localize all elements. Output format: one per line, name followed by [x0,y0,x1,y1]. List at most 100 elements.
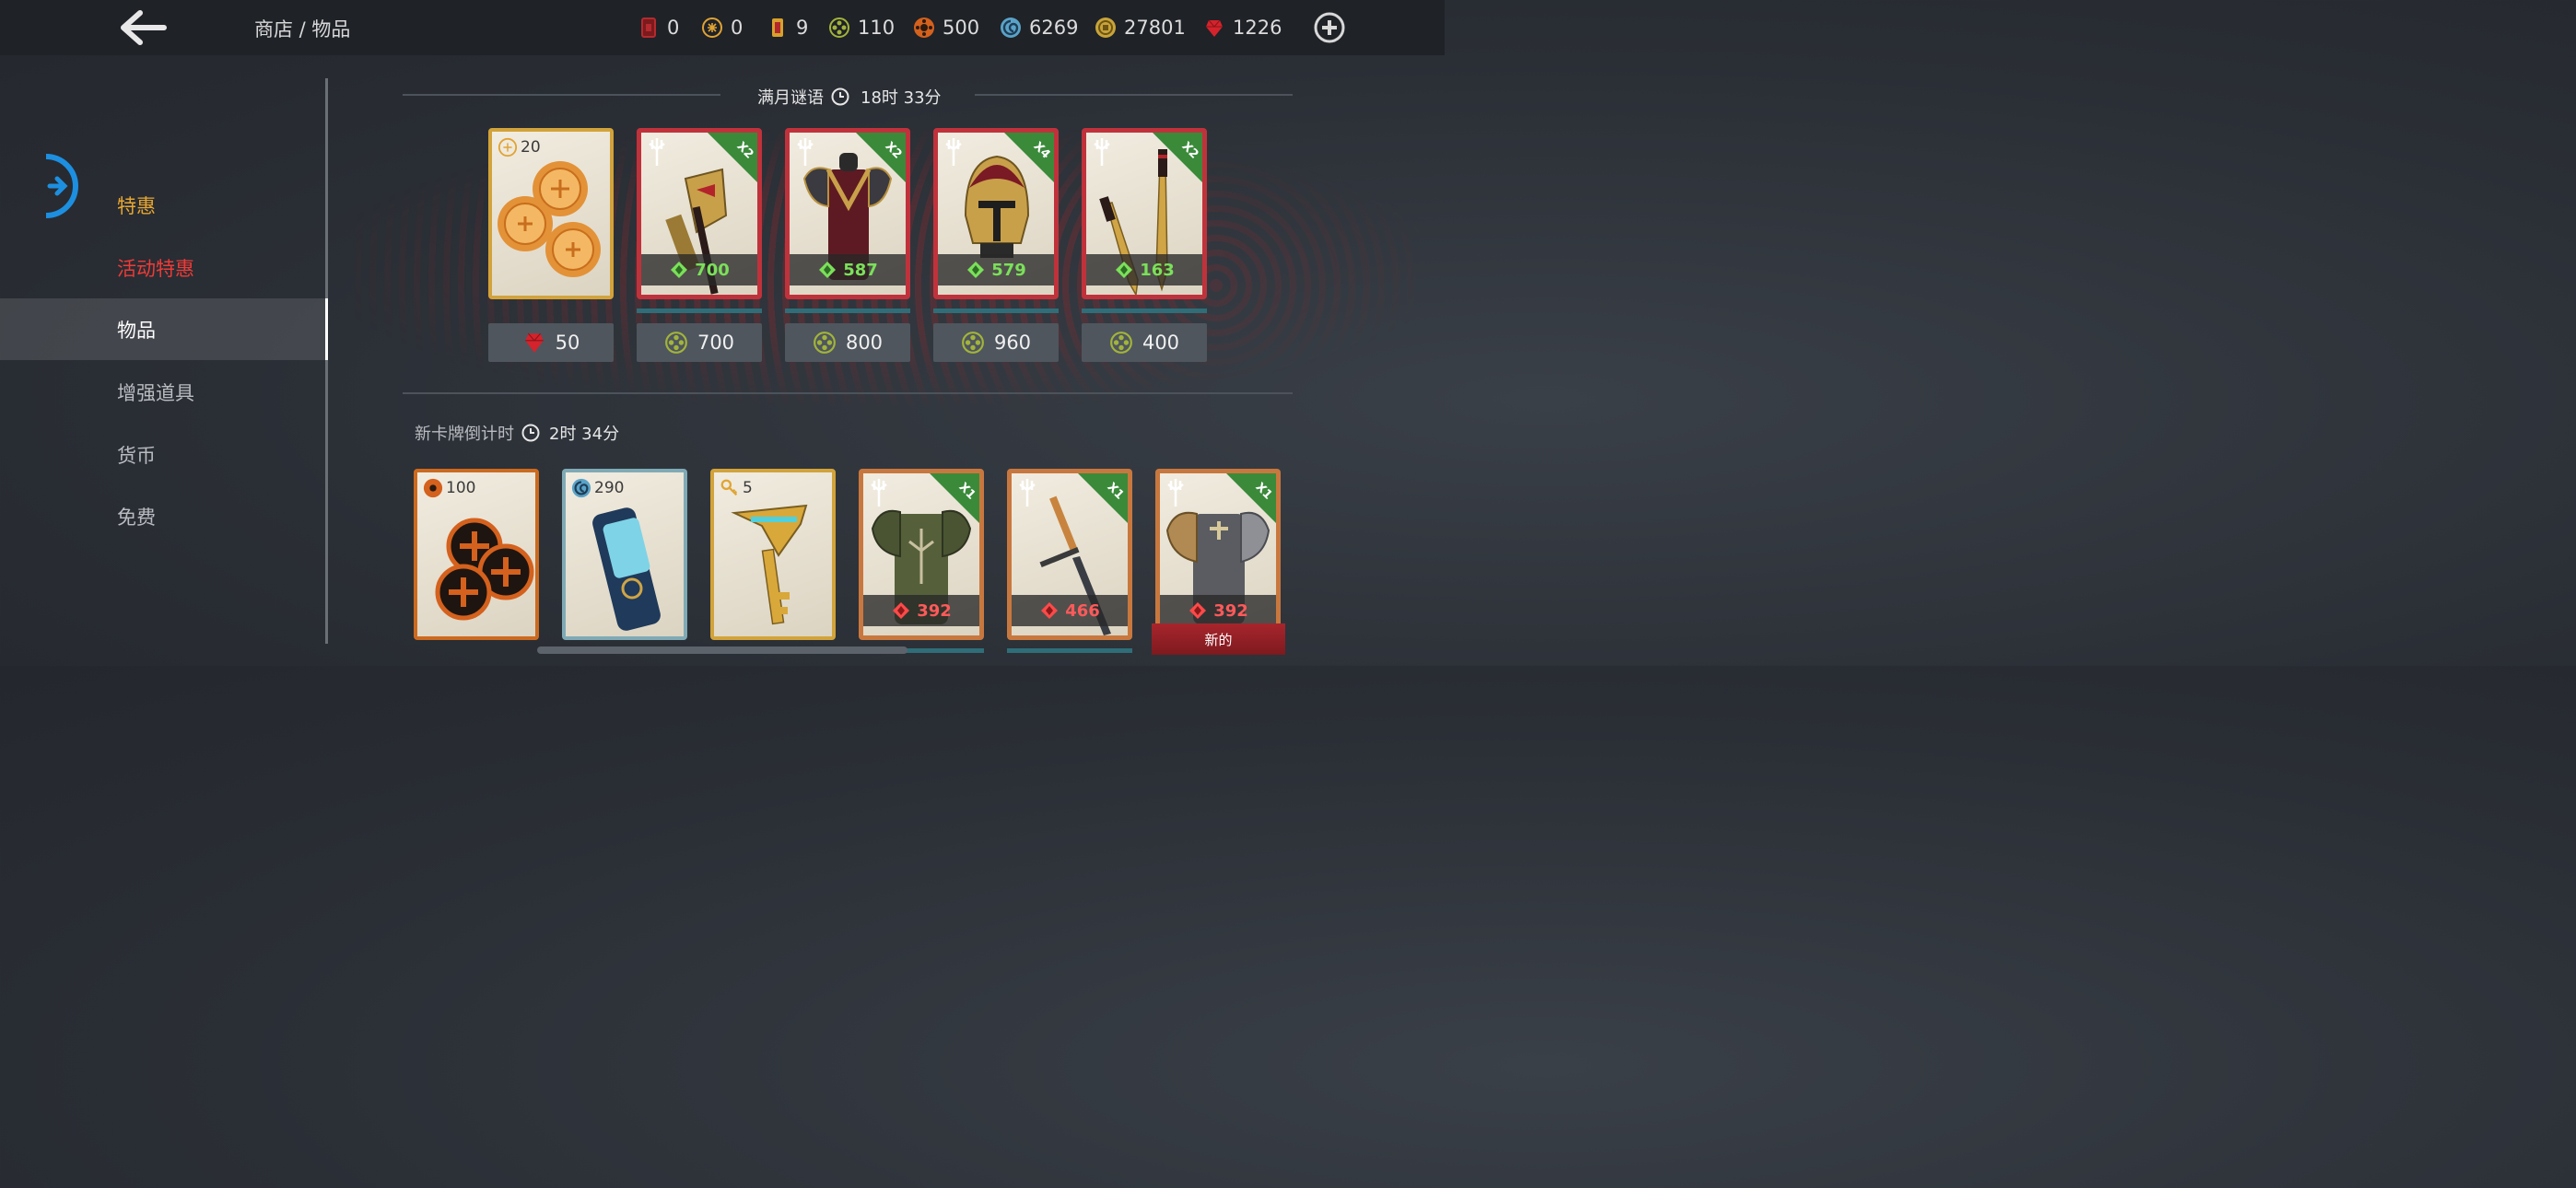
buy-button[interactable]: 50 [488,323,614,362]
section2-title: 新卡牌倒计时 [415,425,514,444]
currency-gold-medallion[interactable]: 0 [701,14,743,41]
quantity-value: 290 [594,479,625,497]
card-progress-bar [785,309,910,313]
buy-button[interactable]: 400 [1082,323,1207,362]
sword-emblem-icon [1094,138,1110,166]
multiplier-ribbon [1078,473,1128,523]
nav-boosters[interactable]: 增强道具 [0,361,328,423]
sword-emblem-icon [945,138,962,166]
quantity-label: 100 [423,478,475,498]
power-gem-icon [893,602,910,619]
section-divider [975,94,1293,96]
add-currency-button[interactable] [1313,11,1346,44]
power-gem-icon [1189,602,1207,619]
power-value: 392 [917,600,952,621]
gold-medallions-card[interactable]: 20 [488,128,614,299]
power-value: 579 [991,260,1026,280]
nav-label: 物品 [117,319,156,342]
power-gem-icon [1116,262,1133,278]
currency-red-ticket[interactable]: 0 [638,14,679,41]
currency-value: 0 [731,17,744,39]
power-value: 587 [843,260,878,280]
currency-scroll-ticket[interactable]: 9 [767,14,808,41]
multiplier-ribbon [708,133,757,182]
armor-card[interactable]: X2 587 [785,128,910,299]
nav-event-specials[interactable]: 活动特惠 [0,237,328,298]
currency-gold-coin[interactable]: 27801 [1095,14,1186,41]
price-value: 50 [555,332,580,354]
section2-header: 新卡牌倒计时 2时 34分 [415,421,619,445]
currency-ruby-gem[interactable]: 1226 [1203,14,1282,41]
sword-emblem-icon [1019,479,1036,507]
gold-medallion-icon [702,17,722,38]
green-token-icon [829,17,849,38]
power-gem-icon [1041,602,1059,619]
nav-label: 免费 [117,506,156,529]
power-bar: 466 [1012,595,1128,626]
blue-capsule-card[interactable]: 290 [562,469,687,640]
ruby-gem-icon [1206,19,1223,37]
section-divider [403,94,720,96]
sword-emblem-icon [1167,479,1184,507]
green-armor-card[interactable]: X1 392 [859,469,984,640]
key-card[interactable]: 5 [710,469,836,640]
currency-value: 27801 [1124,17,1186,39]
currency-value: 1226 [1233,17,1282,39]
currency-value: 6269 [1029,17,1079,39]
clock-icon [521,424,540,442]
section1-header: 满月谜语 18时 33分 [757,85,942,109]
helmet-card[interactable]: X4 579 [933,128,1059,299]
horizontal-scrollbar[interactable] [537,646,907,654]
nav-items[interactable]: 物品 [0,298,328,360]
sword-emblem-icon [649,138,665,166]
currency-green-token[interactable]: 110 [828,14,895,41]
clock-icon [831,87,849,106]
nav-currency[interactable]: 货币 [0,424,328,485]
currency-blue-swirl[interactable]: 6269 [1000,14,1078,41]
nav-free[interactable]: 免费 [0,485,328,547]
quantity-label: 290 [571,478,624,498]
green-token-icon [962,332,984,354]
blue-swirl-icon [1001,17,1021,38]
power-value: 392 [1213,600,1248,621]
gold-coin-icon [1095,17,1116,38]
nav-label: 货币 [117,444,156,467]
breadcrumb: 商店 / 物品 [254,18,351,41]
buy-button[interactable]: 800 [785,323,910,362]
buy-button[interactable]: 960 [933,323,1059,362]
buy-button[interactable]: 700 [637,323,762,362]
sword-emblem-icon [797,138,814,166]
orange-coins-card[interactable]: 100 [414,469,539,640]
new-badge: 新的 [1152,623,1285,655]
multiplier-ribbon [1226,473,1276,523]
green-token-icon [665,332,687,354]
ruby-gem-icon [524,332,544,353]
multiplier-ribbon [856,133,906,182]
orange-coin-icon [914,17,934,38]
card-progress-bar [933,309,1059,313]
multiplier-ribbon [1153,133,1202,182]
card-progress-bar [637,309,762,313]
battle-axe-card[interactable]: X2 700 [637,128,762,299]
nav-specials[interactable]: 特惠 [0,174,328,236]
quantity-value: 5 [743,479,753,497]
silver-armor-card[interactable]: X1 392 [1155,469,1281,640]
currency-orange-coin[interactable]: 500 [913,14,979,41]
power-bar: 392 [863,595,979,626]
currency-value: 0 [667,17,680,39]
nav-label: 增强道具 [117,381,194,404]
quantity-label: 20 [498,137,541,157]
scroll-ticket-icon [772,18,783,37]
plus-icon [1314,12,1345,43]
gold-medallion-icon [498,137,518,157]
section1-title: 满月谜语 [757,88,824,108]
power-bar: 579 [938,254,1054,285]
sword-card[interactable]: X1 466 [1007,469,1132,640]
daggers-card[interactable]: X2 163 [1082,128,1207,299]
nav-label: 特惠 [117,194,156,217]
section2-timer: 2时 34分 [549,425,620,444]
currency-value: 9 [796,17,809,39]
section-divider [403,392,1293,394]
quantity-label: 5 [720,478,753,498]
back-arrow-icon[interactable] [118,7,168,48]
